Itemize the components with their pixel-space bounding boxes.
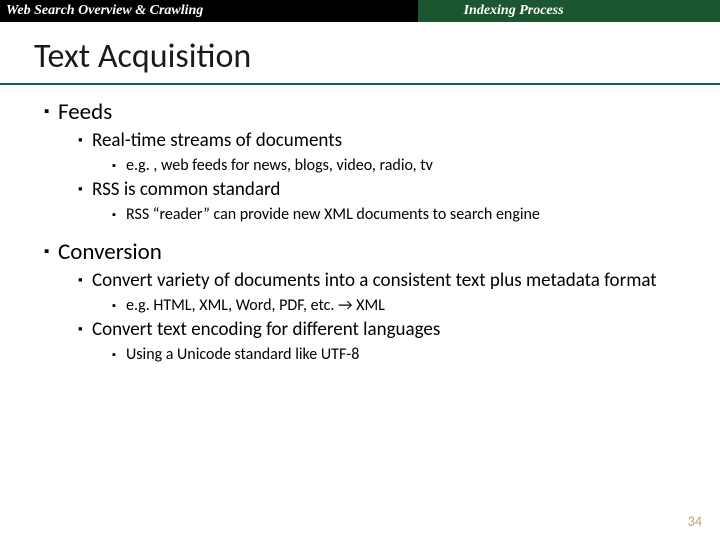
square-bullet-icon [112,155,126,176]
square-bullet-icon [44,99,58,125]
slide-title: Text Acquisition [0,22,720,83]
header-bar: Web Search Overview & Crawling Indexing … [0,0,720,22]
bullet-list-lvl3: e.g. HTML, XML, Word, PDF, etc. → XML [112,295,680,316]
bullet-list-lvl2: Real-time streams of documents e.g. , we… [78,129,680,225]
bullet-text: Convert variety of documents into a cons… [92,269,657,293]
bullet-text: Convert text encoding for different lang… [92,318,440,342]
slide: Web Search Overview & Crawling Indexing … [0,0,720,540]
list-item: RSS “reader” can provide new XML documen… [112,204,680,225]
square-bullet-icon [112,204,126,225]
slide-body: Feeds Real-time streams of documents e.g… [0,99,720,365]
bullet-text: Using a Unicode standard like UTF-8 [126,344,359,365]
bullet-list-lvl3: Using a Unicode standard like UTF-8 [112,344,680,365]
list-item: Conversion Convert variety of documents … [44,239,680,365]
square-bullet-icon [112,295,126,316]
bullet-text: Feeds [58,99,112,125]
page-number: 34 [688,513,702,530]
list-item: e.g. HTML, XML, Word, PDF, etc. → XML [112,295,680,316]
bullet-text: RSS is common standard [92,178,280,202]
bullet-text: RSS “reader” can provide new XML documen… [126,204,540,225]
square-bullet-icon [112,344,126,365]
bullet-list-lvl3: RSS “reader” can provide new XML documen… [112,204,680,225]
header-left: Web Search Overview & Crawling [0,0,418,22]
bullet-text: Conversion [58,239,162,265]
list-item: e.g. , web feeds for news, blogs, video,… [112,155,680,176]
list-item: Convert text encoding for different lang… [78,318,680,365]
list-item: Convert variety of documents into a cons… [78,269,680,316]
bullet-list-lvl1: Feeds Real-time streams of documents e.g… [44,99,680,365]
list-item: RSS is common standard RSS “reader” can … [78,178,680,225]
list-item: Using a Unicode standard like UTF-8 [112,344,680,365]
header-right: Indexing Process [418,0,720,22]
square-bullet-icon [78,318,92,342]
square-bullet-icon [78,178,92,202]
bullet-text: e.g. HTML, XML, Word, PDF, etc. → XML [126,295,385,316]
list-item: Real-time streams of documents e.g. , we… [78,129,680,176]
square-bullet-icon [78,129,92,153]
bullet-list-lvl3: e.g. , web feeds for news, blogs, video,… [112,155,680,176]
bullet-text: e.g. , web feeds for news, blogs, video,… [126,155,433,176]
list-item: Feeds Real-time streams of documents e.g… [44,99,680,225]
square-bullet-icon [44,239,58,265]
square-bullet-icon [78,269,92,293]
bullet-list-lvl2: Convert variety of documents into a cons… [78,269,680,365]
title-rule [0,83,720,85]
bullet-text: Real-time streams of documents [92,129,342,153]
